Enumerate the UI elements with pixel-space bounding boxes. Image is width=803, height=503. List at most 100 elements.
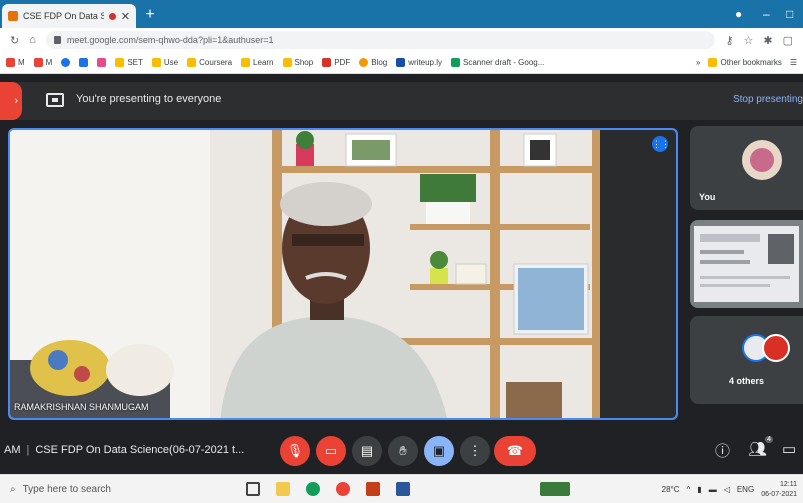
chrome-profile-taskbar-icon[interactable] [336,482,350,496]
task-view-icon[interactable] [246,482,260,496]
raise-hand-button[interactable]: ✋︎ [388,436,418,466]
main-speaker-tile[interactable]: ⋮⋮ RAMAKRISHNAN SHANMUGAM [8,128,678,420]
browser-tab-meet[interactable]: CSE FDP On Data Sc ✕ [2,4,136,28]
browser-tab-strip: CSE FDP On Data Sc ✕ + ● – □ [0,0,803,28]
people-icon: 👥︎ [748,441,768,458]
window-icon[interactable]: ▢ [783,34,793,47]
battery-icon[interactable]: ▮ [697,485,701,494]
bookmark-photos[interactable] [97,58,107,67]
bookmark-learn[interactable]: Learn [241,58,274,67]
reading-list-icon[interactable]: ☰ [790,58,797,67]
new-tab-button[interactable]: + [142,7,158,23]
self-view-tile[interactable]: You [690,126,803,210]
extensions-icon[interactable]: ✱ [763,34,772,47]
url-text: meet.google.com/sem-qhwo-dda?pli=1&authu… [66,35,274,45]
folder-icon [187,58,197,67]
taskbar-search[interactable]: ⌕ Type here to search [0,475,220,503]
bookmark-coursera[interactable]: Coursera [187,58,232,67]
bookmark-calendar[interactable] [79,58,89,67]
volume-icon[interactable]: ◁ [724,485,730,494]
system-tray: 28°C ^ ▮ ▬ ◁ ENG 12:11 06-07-2021 [662,475,797,503]
clock[interactable]: 12:11 06-07-2021 [761,480,797,500]
windows-taskbar: ⌕ Type here to search 28°C ^ ▮ ▬ ◁ ENG 1… [0,474,803,503]
bookmark-shop[interactable]: Shop [282,58,313,67]
other-bookmarks[interactable]: Other bookmarks [708,58,782,67]
present-screen-icon [46,93,64,107]
chat-button[interactable]: ▭ [782,440,796,458]
info-icon: ⓘ [715,443,731,460]
shared-screen-thumbnail [690,220,803,308]
blog-icon [359,58,369,67]
presenting-indicator: › [0,82,22,120]
self-label: You [699,192,716,202]
meeting-controls-bar: AM | CSE FDP On Data Science(06-07-2021 t.… [0,430,803,474]
meet-favicon-icon [8,11,18,21]
reload-icon[interactable]: ↻ [10,34,19,47]
folder-icon [115,58,125,67]
present-now-button[interactable]: ▣ [424,436,454,466]
bookmark-use[interactable]: Use [151,58,178,67]
bookmark-star-icon[interactable]: ☆ [744,34,754,47]
participant-count-badge: 4 [765,436,774,443]
close-tab-icon[interactable]: ✕ [121,10,130,23]
stop-presenting-button[interactable]: Stop presenting [733,94,803,105]
people-button[interactable]: 👥︎ 4 [748,436,774,458]
meeting-time: AM [4,444,21,456]
bookmark-set[interactable]: SET [115,58,143,67]
key-icon[interactable]: ⚷ [725,34,733,47]
self-avatar-photo [750,148,774,172]
pdf-icon [322,58,332,67]
more-bookmarks-icon[interactable]: » [696,58,700,67]
language-indicator[interactable]: ENG [737,485,754,494]
writeup-icon [396,58,406,67]
camera-toggle-button[interactable]: ▭ [316,436,346,466]
photos-icon [97,58,107,67]
microphone-toggle-button[interactable]: 🎙︎ [280,436,310,466]
search-icon: ⌕ [10,484,16,495]
network-icon[interactable]: ▬ [709,485,717,494]
url-field[interactable]: meet.google.com/sem-qhwo-dda?pli=1&authu… [45,31,716,49]
word-icon[interactable] [396,482,410,496]
drive-icon [451,58,461,67]
meeting-details-button[interactable]: ⓘ [715,440,730,461]
minimize-button[interactable]: – [763,0,770,28]
shared-screen-tile[interactable] [690,220,803,308]
gmail-icon [6,58,15,67]
app-taskbar-icon[interactable] [540,482,570,496]
gmail-icon [33,58,43,67]
chrome-taskbar-icon[interactable] [306,482,320,496]
powerpoint-icon[interactable] [366,482,380,496]
bookmark-pdf[interactable]: PDF [322,58,350,67]
maximize-button[interactable]: □ [786,0,793,28]
lock-icon [53,36,61,44]
folder-icon [241,58,251,67]
home-icon[interactable]: ⌂ [29,34,36,46]
bookmark-scanner[interactable]: Scanner draft - Goog... [451,58,544,67]
profile-icon[interactable]: ● [735,0,742,28]
search-placeholder: Type here to search [22,484,111,495]
bookmark-chrome[interactable] [61,58,71,67]
more-options-button[interactable]: ⋮ [460,436,490,466]
file-explorer-icon[interactable] [276,482,290,496]
bookmark-blog[interactable]: Blog [359,58,387,67]
presenting-banner: › You're presenting to everyone Stop pre… [0,82,803,120]
hand-icon: ✋︎ [399,443,407,458]
speaker-name-label: RAMAKRISHNAN SHANMUGAM [14,402,149,412]
bookmark-gmail-1[interactable]: M [6,58,25,67]
speaking-indicator-icon: ⋮⋮ [652,136,670,152]
tray-chevron-icon[interactable]: ^ [687,485,691,494]
divider: | [26,444,30,456]
tab-title: CSE FDP On Data Sc [23,11,104,21]
others-tile[interactable]: 4 others [690,316,803,404]
camera-off-icon: ▭ [324,443,338,458]
clock-time: 12:11 [780,480,797,488]
bookmark-writeup[interactable]: writeup.ly [396,58,442,67]
chrome-icon [61,58,71,67]
captions-button[interactable]: ▤ [352,436,382,466]
weather-text: 28°C [661,485,680,494]
bookmark-gmail-2[interactable]: M [33,58,52,67]
bookmarks-bar: M M SET Use Coursera Learn Shop PDF Blog… [0,52,803,74]
clock-date: 06-07-2021 [761,490,797,498]
others-count-label: 4 others [728,376,764,386]
leave-call-button[interactable]: ☎︎ [494,436,536,466]
